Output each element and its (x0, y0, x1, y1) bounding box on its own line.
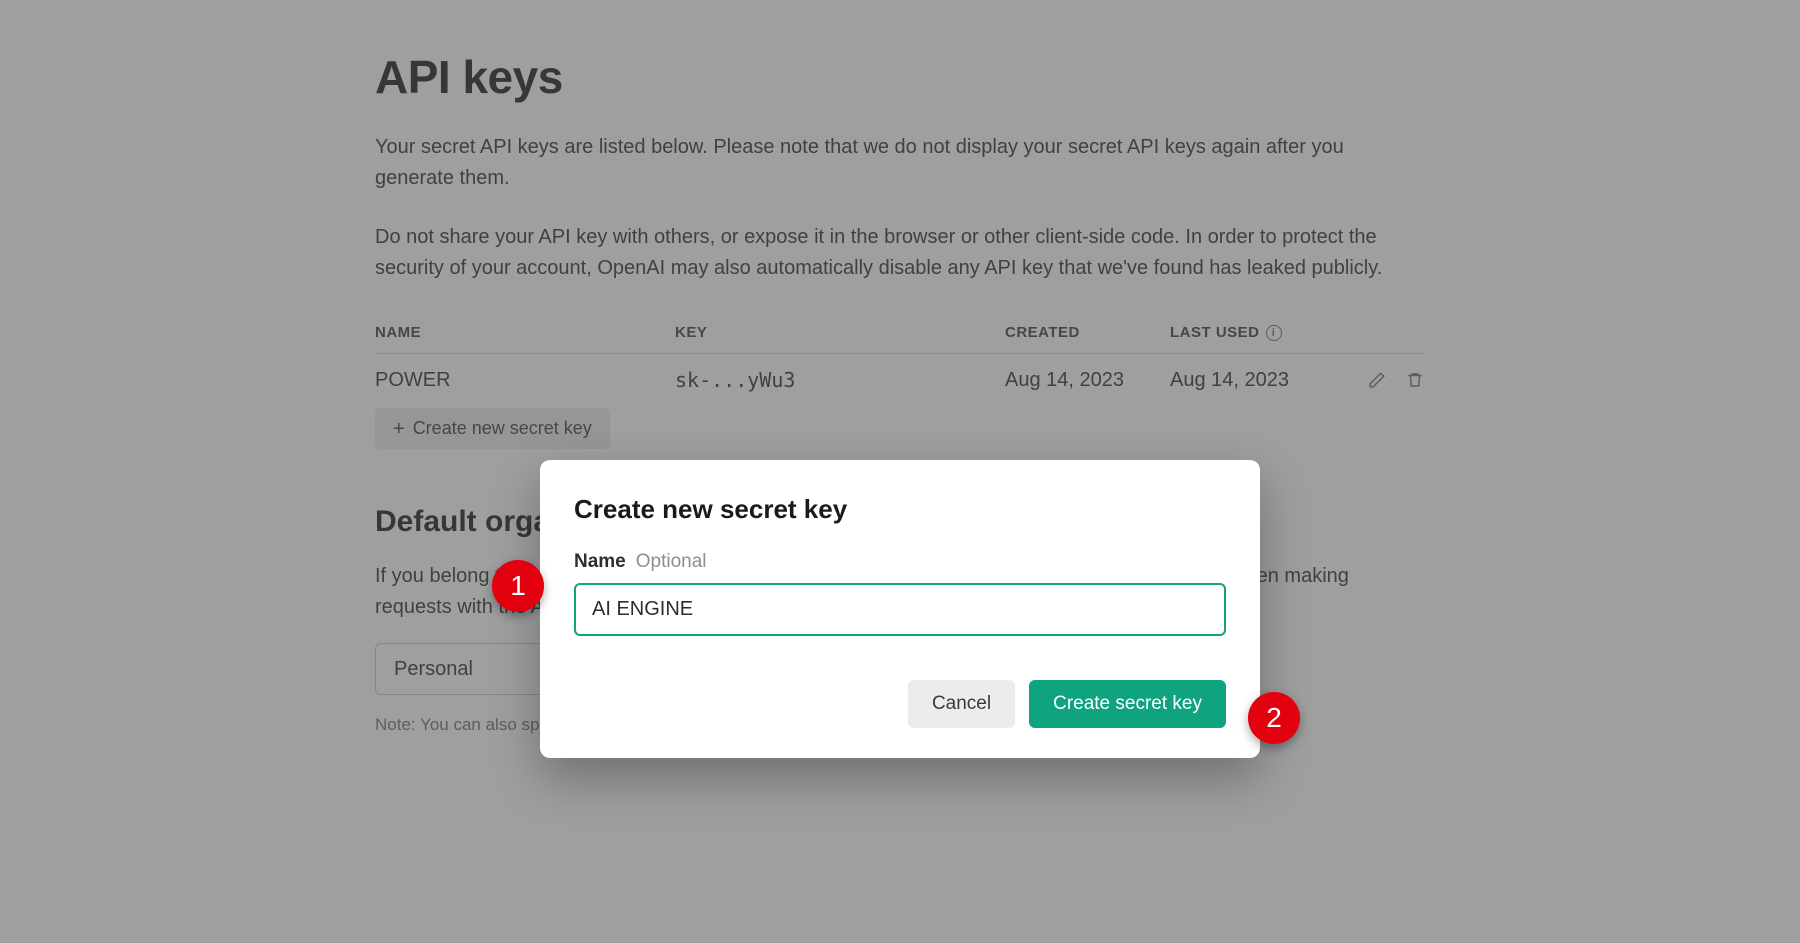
name-field-hint: Optional (636, 551, 707, 573)
create-key-modal: Create new secret key Name Optional Canc… (540, 460, 1260, 758)
modal-actions: Cancel Create secret key (574, 680, 1226, 728)
key-name-input[interactable] (574, 583, 1226, 636)
name-field-label: Name (574, 551, 626, 573)
create-secret-key-button[interactable]: Create secret key (1029, 680, 1226, 728)
modal-overlay[interactable]: Create new secret key Name Optional Canc… (0, 0, 1800, 943)
modal-title: Create new secret key (574, 494, 1226, 525)
field-label-row: Name Optional (574, 551, 1226, 573)
cancel-button[interactable]: Cancel (908, 680, 1015, 728)
annotation-badge-1: 1 (492, 560, 544, 612)
annotation-badge-2: 2 (1248, 692, 1300, 744)
